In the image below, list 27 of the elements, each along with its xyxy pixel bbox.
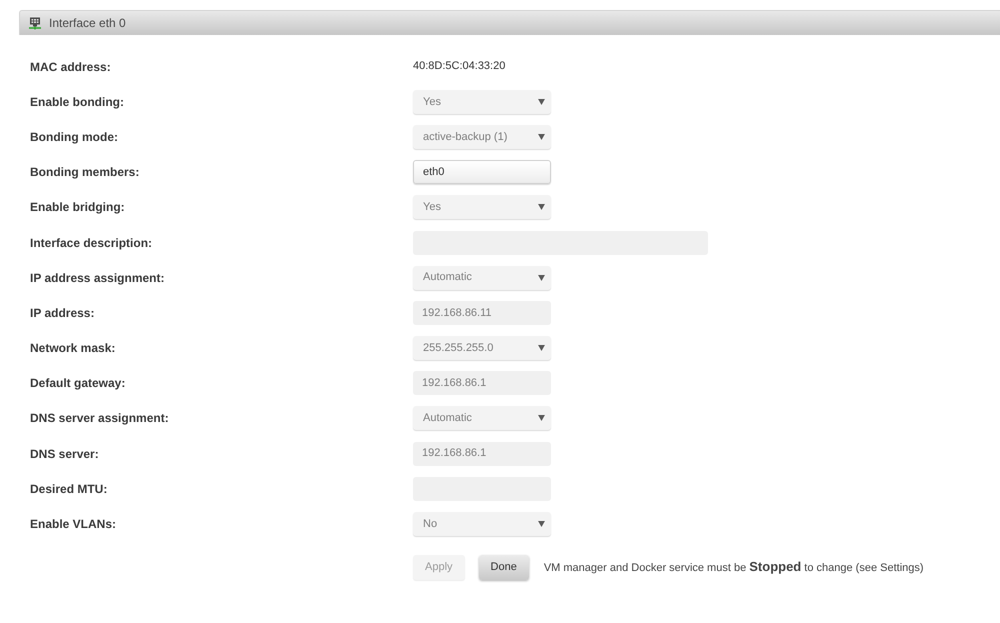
caret-icon: [538, 274, 545, 281]
field-label: IP address:: [30, 304, 96, 322]
field-label: Interface description:: [30, 234, 154, 252]
field-label: Default gateway:: [30, 375, 126, 392]
caret-icon: [538, 345, 545, 352]
field-label: DNS server assignment:: [30, 410, 170, 428]
caret-icon: [538, 134, 545, 140]
field-label: Bonding mode:: [30, 128, 119, 146]
caret-icon: [538, 415, 545, 422]
monitor-icon: [29, 16, 41, 30]
text-input[interactable]: eth0: [413, 160, 551, 184]
mac-address-value: 40:8D:5C:04:33:20: [413, 59, 506, 74]
panel-title: Interface eth 0: [49, 15, 126, 32]
caret-icon: [538, 521, 545, 528]
caret-icon: [538, 204, 545, 210]
note-text: VM manager and Docker service must be Stopped to change (see Settings): [544, 558, 924, 576]
field-label: MAC address:: [30, 58, 112, 76]
field-label: Enable bonding:: [30, 94, 125, 111]
field-label: Desired MTU:: [30, 480, 108, 498]
field-label: Enable bridging:: [30, 199, 126, 216]
field-label: DNS server:: [30, 446, 100, 463]
done-button[interactable]: Done: [478, 554, 529, 580]
field-label: Bonding members:: [30, 164, 140, 182]
field-label: Network mask:: [30, 340, 116, 358]
field-label: Enable VLANs:: [30, 516, 118, 534]
field-label: IP address assignment:: [30, 270, 166, 287]
caret-icon: [538, 98, 545, 105]
